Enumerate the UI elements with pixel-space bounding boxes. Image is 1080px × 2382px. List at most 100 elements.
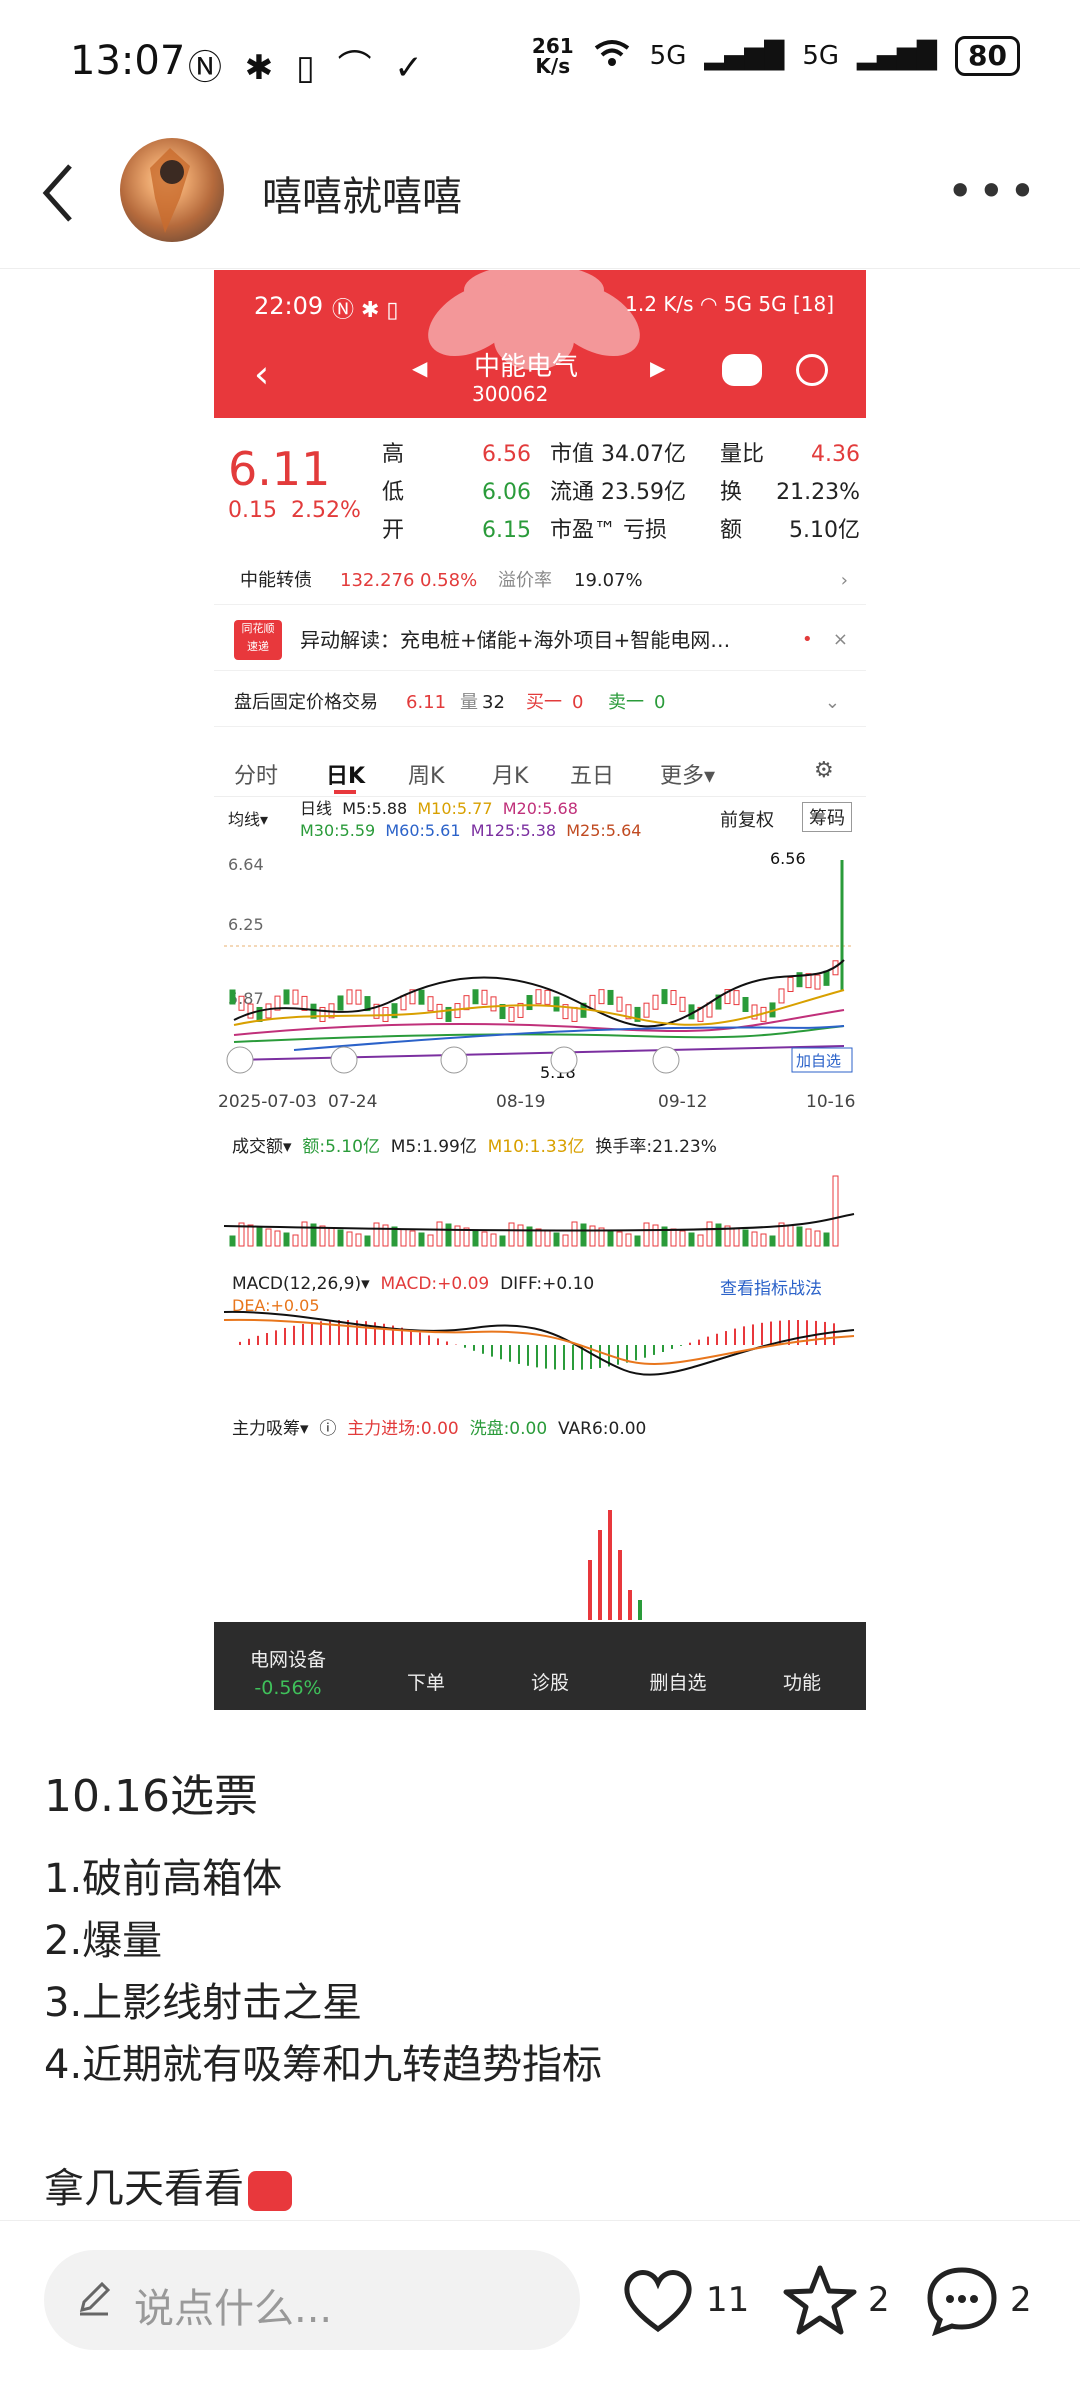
- macd-bar: [293, 1325, 295, 1345]
- embedded-status-time: 22:09: [254, 292, 324, 320]
- prev-stock-icon: ◀: [412, 356, 428, 380]
- emoji-icon: [248, 2171, 292, 2211]
- volume-bar: [499, 1235, 506, 1247]
- post-item: 4.近期就有吸筹和九转趋势指标: [44, 2042, 603, 2088]
- volume-bar: [823, 1232, 830, 1247]
- macd-bar: [644, 1345, 646, 1358]
- macd-bar: [509, 1345, 511, 1362]
- post-item: 3.上影线射击之星: [44, 1980, 363, 2026]
- volume-bar: [625, 1233, 632, 1247]
- candle: [652, 994, 659, 1010]
- volume-bar: [445, 1223, 452, 1247]
- candle: [733, 990, 740, 1006]
- volume-bar: [283, 1232, 290, 1247]
- volume-bar: [571, 1221, 578, 1247]
- comment-button[interactable]: 2: [924, 2258, 1032, 2342]
- candlestick-chart: 6.64 6.25 5.87 6.56 5.18 加自选: [224, 850, 854, 1080]
- ma-selector: 均线▾: [228, 810, 269, 829]
- volume-bar: [769, 1235, 776, 1247]
- post-title: 10.16选票: [44, 1771, 258, 1822]
- more-options-icon[interactable]: •••: [947, 164, 1040, 218]
- quote-panel: 6.11 0.15 2.52% 高 6.56 低 6.06 开 6.15 市值 34.…: [214, 418, 866, 548]
- volume-bar: [373, 1222, 380, 1247]
- alert-badge: 同花顺 速递: [234, 620, 282, 660]
- volume-bar: [706, 1221, 713, 1247]
- volume-bar: [652, 1224, 659, 1247]
- post-closing: 拿几天看看: [44, 2156, 292, 2214]
- scroll-left-icon: [550, 1046, 578, 1074]
- back-button[interactable]: [38, 158, 98, 238]
- volume-bar: [472, 1229, 479, 1247]
- settings-icon: ⚙: [814, 758, 834, 783]
- heart-icon: [624, 2270, 692, 2333]
- candle: [346, 989, 353, 1005]
- like-button[interactable]: 11: [620, 2258, 749, 2342]
- macd-bar: [707, 1336, 709, 1345]
- volume-bar: [715, 1223, 722, 1247]
- macd-bar: [266, 1333, 268, 1345]
- comment-input[interactable]: 说点什么...: [44, 2250, 580, 2350]
- favorite-button[interactable]: 2: [782, 2258, 890, 2342]
- candle: [319, 1006, 326, 1022]
- candle: [229, 989, 236, 1005]
- volume-bar: [562, 1234, 569, 1247]
- add-favorite-button: 加自选: [796, 1052, 841, 1070]
- volume-bar: [256, 1226, 263, 1247]
- volume-bar: [814, 1230, 821, 1247]
- volume-bar: [535, 1228, 542, 1247]
- volume-bar: [418, 1232, 425, 1247]
- bond-row: 中能转债 132.276 0.58% 溢价率 19.07% ›: [214, 558, 866, 605]
- candle: [355, 989, 362, 1005]
- stock-code: 300062: [472, 382, 549, 406]
- comment-count: 2: [1010, 2280, 1032, 2320]
- candle: [472, 989, 479, 1005]
- price-change: 0.15 2.52%: [228, 498, 361, 523]
- macd-bar: [518, 1345, 520, 1364]
- zoom-out-icon: [440, 1046, 468, 1074]
- tab-monthly: 月K: [492, 764, 529, 789]
- volume-bar: [328, 1227, 335, 1247]
- next-stock-icon: ▶: [650, 356, 666, 380]
- volume-bar: [265, 1228, 272, 1247]
- username[interactable]: 嘻嘻就嘻嘻: [262, 164, 462, 222]
- candle: [283, 989, 290, 1005]
- candle: [778, 988, 785, 1004]
- volume-bar: [733, 1227, 740, 1247]
- tab-weekly: 周K: [408, 764, 445, 789]
- embedded-back-icon: ‹: [254, 352, 270, 396]
- macd-bar: [653, 1345, 655, 1355]
- wifi-icon: [592, 38, 632, 75]
- scroll-right-icon: [652, 1046, 680, 1074]
- candle: [418, 989, 425, 1005]
- candle: [643, 1002, 650, 1018]
- macd-bar: [338, 1320, 340, 1345]
- avatar[interactable]: [120, 138, 224, 242]
- candle: [508, 1006, 515, 1022]
- macd-bar: [563, 1345, 565, 1370]
- macd-bar: [545, 1345, 547, 1369]
- chart-tabs: 分时 日K 周K 月K 五日 更多▾ ⚙: [214, 748, 866, 797]
- candle: [571, 1006, 578, 1022]
- candle: [553, 996, 560, 1012]
- candle: [598, 989, 605, 1005]
- y-tick: 6.64: [228, 855, 264, 874]
- macd-bar: [734, 1328, 736, 1345]
- macd-bar: [725, 1331, 727, 1345]
- volume-chart: [223, 1175, 855, 1247]
- embedded-bottom-bar: 电网设备 -0.56% 下单 诊股 删自选 功能: [214, 1622, 866, 1710]
- volume-bar: [796, 1226, 803, 1247]
- candle: [679, 996, 686, 1012]
- candle: [607, 989, 614, 1005]
- volume-bar: [751, 1231, 758, 1247]
- volume-bar: [634, 1235, 641, 1247]
- date-axis: 2025-07-03 07-24 08-19 09-12 10-16: [218, 1092, 856, 1112]
- embedded-app-header: 22:09 Ⓝ ✱ ▯ 1.2 K/s ◠ 5G 5G [18] ‹ ◀ 中能电…: [214, 270, 866, 418]
- post-image[interactable]: 22:09 Ⓝ ✱ ▯ 1.2 K/s ◠ 5G 5G [18] ‹ ◀ 中能电…: [214, 270, 866, 1710]
- macd-bar: [311, 1322, 313, 1345]
- post-item: 2.爆量: [44, 1918, 163, 1964]
- volume-bar: [517, 1224, 524, 1247]
- net-speed: 261 K/s: [531, 34, 574, 78]
- volume-bar: [490, 1233, 497, 1247]
- volume-bar: [292, 1234, 299, 1247]
- volume-bar: [427, 1234, 434, 1247]
